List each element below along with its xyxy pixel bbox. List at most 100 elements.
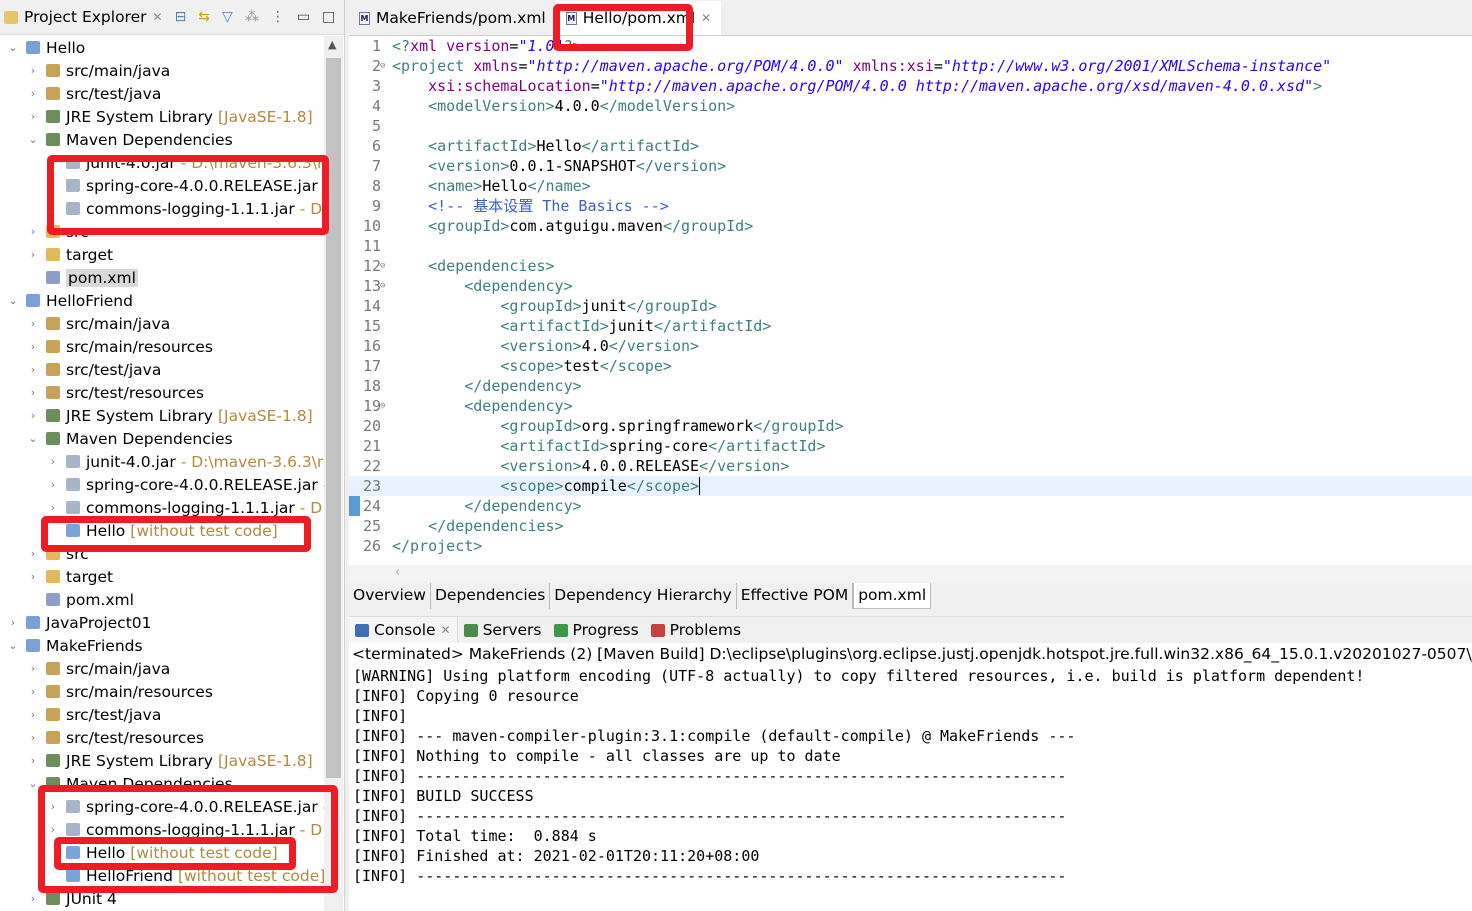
editor-horizontal-scrollbar[interactable]: ‹ bbox=[349, 565, 1472, 582]
collapse-all-icon[interactable]: ⊟ bbox=[175, 9, 187, 25]
tree-item[interactable]: › src bbox=[26, 542, 89, 565]
code-line[interactable]: 26 </project> bbox=[349, 536, 1472, 556]
minimize-icon[interactable]: ▭ bbox=[297, 9, 310, 25]
chevron-right-icon[interactable]: › bbox=[26, 662, 40, 675]
code-line[interactable]: 22 <version>4.0.0.RELEASE</version> bbox=[349, 456, 1472, 476]
code-line[interactable]: 12 ⊖ <dependencies> bbox=[349, 256, 1472, 276]
chevron-right-icon[interactable]: › bbox=[26, 708, 40, 721]
view-tab[interactable]: Problems bbox=[645, 617, 747, 644]
code-line[interactable]: 7 <version>0.0.1-SNAPSHOT</version> bbox=[349, 156, 1472, 176]
tree-item[interactable]: › src/main/resources bbox=[26, 335, 213, 358]
chevron-right-icon[interactable]: › bbox=[46, 179, 60, 192]
tree-scrollbar[interactable]: ▲ bbox=[324, 36, 343, 911]
pom-tab[interactable]: pom.xml bbox=[853, 583, 932, 609]
chevron-down-icon[interactable]: ⌄ bbox=[26, 777, 40, 790]
tree-item[interactable]: › junit-4.0.jar- D:\maven-3.6.3\rep bbox=[46, 151, 324, 174]
console-output[interactable]: [WARNING] Using platform encoding (UTF-8… bbox=[349, 665, 1472, 911]
tree-item[interactable]: ⌄ HelloFriend bbox=[6, 289, 133, 312]
tree-item[interactable]: › JRE System Library [JavaSE-1.8] bbox=[26, 749, 313, 772]
tree-item[interactable]: ⌄ Maven Dependencies bbox=[26, 772, 232, 795]
tree-item[interactable]: › target bbox=[26, 243, 113, 266]
code-line[interactable]: 20 <groupId>org.springframework</groupId… bbox=[349, 416, 1472, 436]
view-menu-icon[interactable]: ⋮ bbox=[271, 9, 285, 25]
scroll-left-icon[interactable]: ‹ bbox=[395, 565, 400, 580]
tree-item[interactable]: › target bbox=[26, 565, 113, 588]
chevron-right-icon[interactable]: › bbox=[26, 340, 40, 353]
filter-icon[interactable]: ▽ bbox=[222, 9, 233, 25]
tree-item[interactable]: ⌄ Hello bbox=[6, 36, 85, 59]
code-line[interactable]: 6 <artifactId>Hello</artifactId> bbox=[349, 136, 1472, 156]
code-line[interactable]: 18 </dependency> bbox=[349, 376, 1472, 396]
chevron-right-icon[interactable]: › bbox=[26, 248, 40, 261]
editor-tab[interactable]: M MakeFriends/pom.xml bbox=[349, 1, 556, 35]
chevron-right-icon[interactable]: › bbox=[26, 570, 40, 583]
chevron-right-icon[interactable]: › bbox=[26, 892, 40, 905]
tree-item[interactable]: ›spring-core-4.0.0.RELEASE.jar- D bbox=[46, 174, 324, 197]
tree-item[interactable]: › commons-logging-1.1.1.jar- D:\ bbox=[46, 197, 324, 220]
code-line[interactable]: 21 <artifactId>spring-core</artifactId> bbox=[349, 436, 1472, 456]
code-line[interactable]: 4 <modelVersion>4.0.0</modelVersion> bbox=[349, 96, 1472, 116]
editor-tab[interactable]: M Hello/pom.xml ✕ bbox=[555, 1, 722, 35]
code-line[interactable]: 17 <scope>test</scope> bbox=[349, 356, 1472, 376]
chevron-right-icon[interactable]: › bbox=[46, 156, 60, 169]
tree-item[interactable]: Hello [without test code] bbox=[46, 519, 278, 542]
chevron-right-icon[interactable]: › bbox=[26, 685, 40, 698]
working-sets-icon[interactable]: ⁂ bbox=[245, 9, 259, 25]
tree-item[interactable]: › JRE System Library [JavaSE-1.8] bbox=[26, 404, 313, 427]
code-line[interactable]: 14 <groupId>junit</groupId> bbox=[349, 296, 1472, 316]
chevron-right-icon[interactable]: › bbox=[26, 363, 40, 376]
tree-item[interactable]: ⌄ Maven Dependencies bbox=[26, 427, 232, 450]
xml-editor[interactable]: 1 <?xml version="1.0"?> 2 ⊖ <project xmlns="… bbox=[349, 36, 1472, 565]
tree-item[interactable]: › commons-logging-1.1.1.jar- D:\r bbox=[46, 496, 324, 519]
tree-item[interactable]: pom.xml bbox=[26, 588, 134, 611]
tree-item[interactable]: pom.xml bbox=[26, 266, 138, 289]
tree-item[interactable]: › src/test/java bbox=[26, 82, 162, 105]
chevron-right-icon[interactable]: › bbox=[46, 478, 60, 491]
link-with-editor-icon[interactable]: ⇆ bbox=[198, 9, 210, 25]
code-line[interactable]: 19 ⊖ <dependency> bbox=[349, 396, 1472, 416]
code-line[interactable]: 16 <version>4.0</version> bbox=[349, 336, 1472, 356]
pom-tab[interactable]: Dependency Hierarchy bbox=[550, 583, 737, 609]
chevron-right-icon[interactable]: › bbox=[26, 754, 40, 767]
code-line[interactable]: 13 ⊖ <dependency> bbox=[349, 276, 1472, 296]
tree-item[interactable]: ›spring-core-4.0.0.RELEASE.jar- D bbox=[46, 795, 324, 818]
scroll-up-icon[interactable]: ▲ bbox=[328, 38, 336, 51]
pom-tab[interactable]: Overview bbox=[349, 583, 431, 609]
code-line[interactable]: 1 <?xml version="1.0"?> bbox=[349, 36, 1472, 56]
chevron-right-icon[interactable]: › bbox=[26, 110, 40, 123]
tree-item[interactable]: › src/test/resources bbox=[26, 726, 204, 749]
chevron-right-icon[interactable]: › bbox=[46, 501, 60, 514]
view-tab[interactable]: Progress bbox=[548, 617, 645, 644]
tree-item[interactable]: › src/main/java bbox=[26, 657, 170, 680]
chevron-right-icon[interactable]: › bbox=[26, 317, 40, 330]
close-icon[interactable]: ✕ bbox=[153, 10, 163, 24]
tree-item[interactable]: Hello [without test code] bbox=[46, 841, 278, 864]
code-line[interactable]: 11 bbox=[349, 236, 1472, 256]
maximize-icon[interactable]: □ bbox=[322, 9, 335, 25]
code-line[interactable]: 10 <groupId>com.atguigu.maven</groupId> bbox=[349, 216, 1472, 236]
tree-item[interactable]: › junit-4.0.jar- D:\maven-3.6.3\rep bbox=[46, 450, 324, 473]
close-icon[interactable]: ✕ bbox=[701, 11, 711, 25]
chevron-right-icon[interactable]: › bbox=[6, 616, 20, 629]
code-line[interactable]: 2 ⊖ <project xmlns = "http://maven.apache.or… bbox=[349, 56, 1472, 76]
code-line[interactable]: 23 <scope>compile</scope> bbox=[349, 476, 1472, 496]
code-line[interactable]: 24 </dependency> bbox=[349, 496, 1472, 516]
tree-item[interactable]: › src/main/java bbox=[26, 312, 170, 335]
chevron-right-icon[interactable]: › bbox=[26, 386, 40, 399]
chevron-right-icon[interactable]: › bbox=[26, 225, 40, 238]
tree-item[interactable]: ⌄ Maven Dependencies bbox=[26, 128, 232, 151]
tree-item[interactable]: ›spring-core-4.0.0.RELEASE.jar- D bbox=[46, 473, 324, 496]
code-line[interactable]: 5 bbox=[349, 116, 1472, 136]
code-line[interactable]: 9 <!-- 基本设置 The Basics --> bbox=[349, 196, 1472, 216]
view-tab[interactable]: Console ✕ bbox=[349, 616, 458, 644]
code-line[interactable]: 15 <artifactId>junit</artifactId> bbox=[349, 316, 1472, 336]
chevron-right-icon[interactable]: › bbox=[26, 547, 40, 560]
chevron-right-icon[interactable]: › bbox=[46, 800, 60, 813]
fold-icon[interactable]: ⊖ bbox=[380, 396, 385, 416]
chevron-down-icon[interactable]: ⌄ bbox=[6, 639, 20, 652]
chevron-right-icon[interactable]: › bbox=[26, 87, 40, 100]
chevron-right-icon[interactable]: › bbox=[26, 64, 40, 77]
scrollbar-thumb[interactable] bbox=[326, 58, 341, 778]
tree-item[interactable]: HelloFriend [without test code] bbox=[46, 864, 324, 887]
fold-icon[interactable]: ⊖ bbox=[380, 276, 385, 296]
